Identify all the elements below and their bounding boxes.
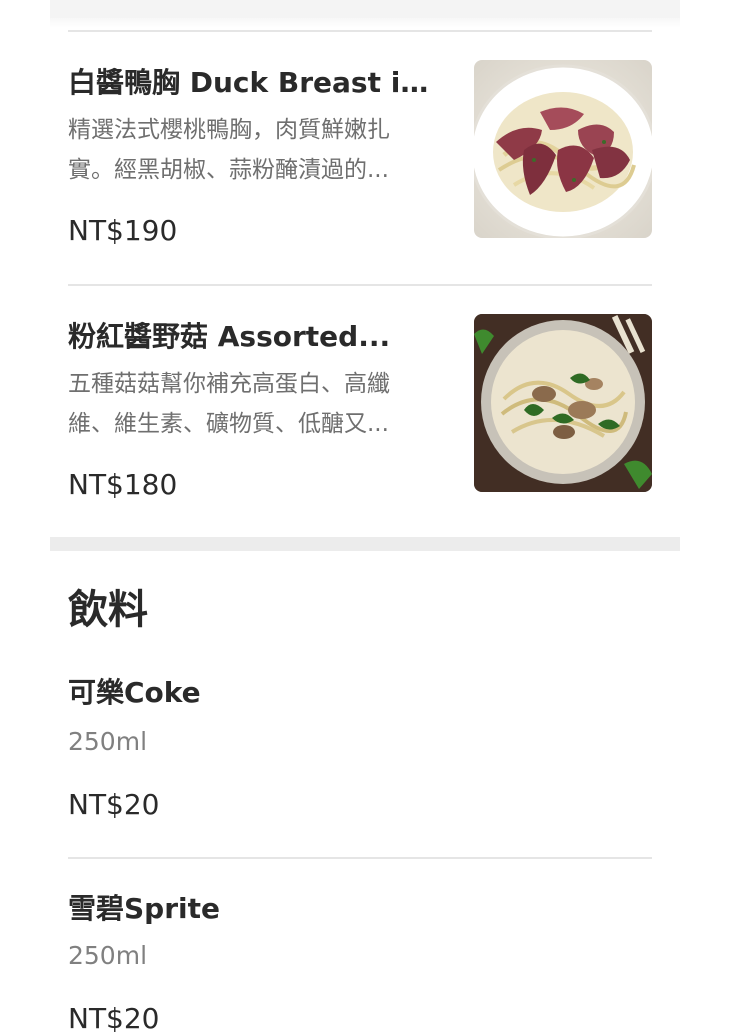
divider [68,284,652,286]
section-separator [50,537,680,551]
menu-item-coke[interactable]: 可樂Coke 250ml NT$20 [68,676,652,826]
menu-item-sprite[interactable]: 雪碧Sprite 250ml NT$20 [68,892,652,1033]
menu-page: 白醬鴨胸 Duck Breast in... 精選法式櫻桃鴨胸，肉質鮮嫩扎 實。… [0,0,730,1033]
mushroom-pasta-image[interactable] [474,314,652,492]
item-description: 五種菇菇幫你補充高蛋白、高纖 維、維生素、礦物質、低醣又... [68,364,440,444]
item-description-line: 維、維生素、礦物質、低醣又... [68,411,389,437]
section-title-drinks: 飲料 [68,587,148,633]
item-name: 白醬鴨胸 Duck Breast in... [68,66,448,99]
item-description-line: 實。經黑胡椒、蒜粉醃漬過的... [68,157,389,183]
item-name: 雪碧Sprite [68,892,220,925]
duck-breast-pasta-photo-icon [474,60,652,238]
divider [68,30,652,32]
duck-breast-pasta-image[interactable] [474,60,652,238]
mushroom-pasta-photo-icon [474,314,652,492]
top-card-edge [50,0,680,28]
divider [68,857,652,859]
item-price: NT$190 [68,214,178,247]
item-volume: 250ml [68,941,148,970]
item-volume: 250ml [68,727,148,756]
item-name: 可樂Coke [68,676,201,709]
item-description-line: 五種菇菇幫你補充高蛋白、高纖 [68,371,390,397]
item-price: NT$180 [68,468,178,501]
menu-item-assorted-mushroom[interactable]: 粉紅醬野菇 Assorted... 五種菇菇幫你補充高蛋白、高纖 維、維生素、礦… [68,314,652,514]
item-name: 粉紅醬野菇 Assorted... [68,320,391,353]
item-price: NT$20 [68,788,160,821]
item-description-line: 精選法式櫻桃鴨胸，肉質鮮嫩扎 [68,117,390,143]
item-description: 精選法式櫻桃鴨胸，肉質鮮嫩扎 實。經黑胡椒、蒜粉醃漬過的... [68,110,440,190]
menu-item-duck-breast[interactable]: 白醬鴨胸 Duck Breast in... 精選法式櫻桃鴨胸，肉質鮮嫩扎 實。… [68,60,652,260]
item-price: NT$20 [68,1002,160,1033]
